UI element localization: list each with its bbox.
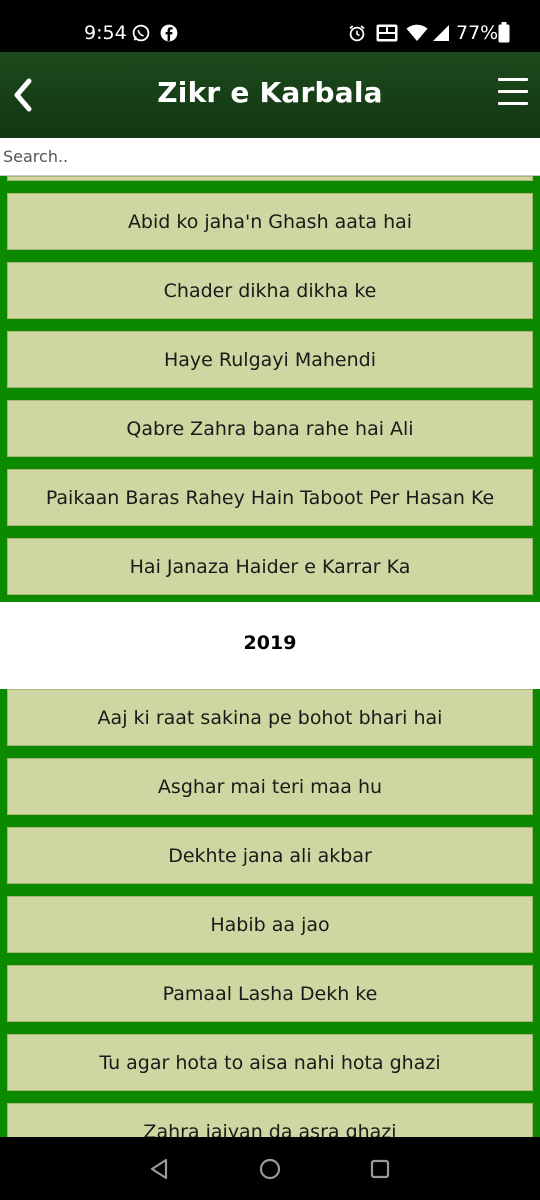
list-item[interactable]: Pamaal Lasha Dekh ke — [7, 965, 533, 1022]
wifi-icon — [406, 24, 428, 42]
list-section: Abid ko jaha'n Ghash aata hai Chader dik… — [0, 176, 540, 602]
list-item[interactable]: Qabre Zahra bana rahe hai Ali — [7, 400, 533, 457]
list-item[interactable]: Haye Rulgayi Mahendi — [7, 331, 533, 388]
list-item[interactable]: Chader dikha dikha ke — [7, 262, 533, 319]
list-item[interactable]: Tu agar hota to aisa nahi hota ghazi — [7, 1034, 533, 1091]
alarm-icon — [348, 24, 366, 42]
facebook-icon — [160, 24, 178, 42]
app-screen: 9:54 77% Zikr e Karbala Search.. Abid ko… — [0, 0, 540, 1200]
section-heading: 2019 — [0, 602, 540, 684]
list-item[interactable]: Hai Janaza Haider e Karrar Ka — [7, 538, 533, 595]
recents-square-icon — [370, 1159, 390, 1179]
list-item[interactable]: Asghar mai teri maa hu — [7, 758, 533, 815]
status-bar: 9:54 77% — [0, 0, 540, 52]
list-item[interactable]: Aaj ki raat sakina pe bohot bhari hai — [7, 689, 533, 746]
battery-icon — [498, 22, 510, 43]
status-time: 9:54 — [84, 22, 127, 44]
back-triangle-icon — [150, 1158, 168, 1180]
list-section: Aaj ki raat sakina pe bohot bhari hai As… — [0, 689, 540, 1137]
app-header: Zikr e Karbala — [0, 52, 540, 138]
list-item-partial[interactable] — [7, 176, 533, 181]
battery-percentage: 77% — [456, 22, 499, 44]
home-circle-icon — [259, 1158, 281, 1180]
list-item[interactable]: Dekhte jana ali akbar — [7, 827, 533, 884]
page-title: Zikr e Karbala — [157, 76, 383, 109]
vowifi-icon — [376, 24, 398, 42]
nav-recents-button[interactable] — [366, 1155, 394, 1183]
navigation-bar — [0, 1137, 540, 1200]
menu-button[interactable] — [496, 76, 530, 110]
whatsapp-icon — [132, 24, 150, 42]
list-item[interactable]: Abid ko jaha'n Ghash aata hai — [7, 193, 533, 250]
list-item[interactable]: Paikaan Baras Rahey Hain Taboot Per Hasa… — [7, 469, 533, 526]
song-list[interactable]: Abid ko jaha'n Ghash aata hai Chader dik… — [0, 176, 540, 1137]
signal-icon — [432, 24, 450, 42]
list-item[interactable]: Zahra jaiyan da asra ghazi — [7, 1103, 533, 1137]
search-input[interactable] — [0, 138, 540, 176]
nav-back-button[interactable] — [146, 1155, 174, 1183]
list-item[interactable]: Habib aa jao — [7, 896, 533, 953]
nav-home-button[interactable] — [256, 1155, 284, 1183]
